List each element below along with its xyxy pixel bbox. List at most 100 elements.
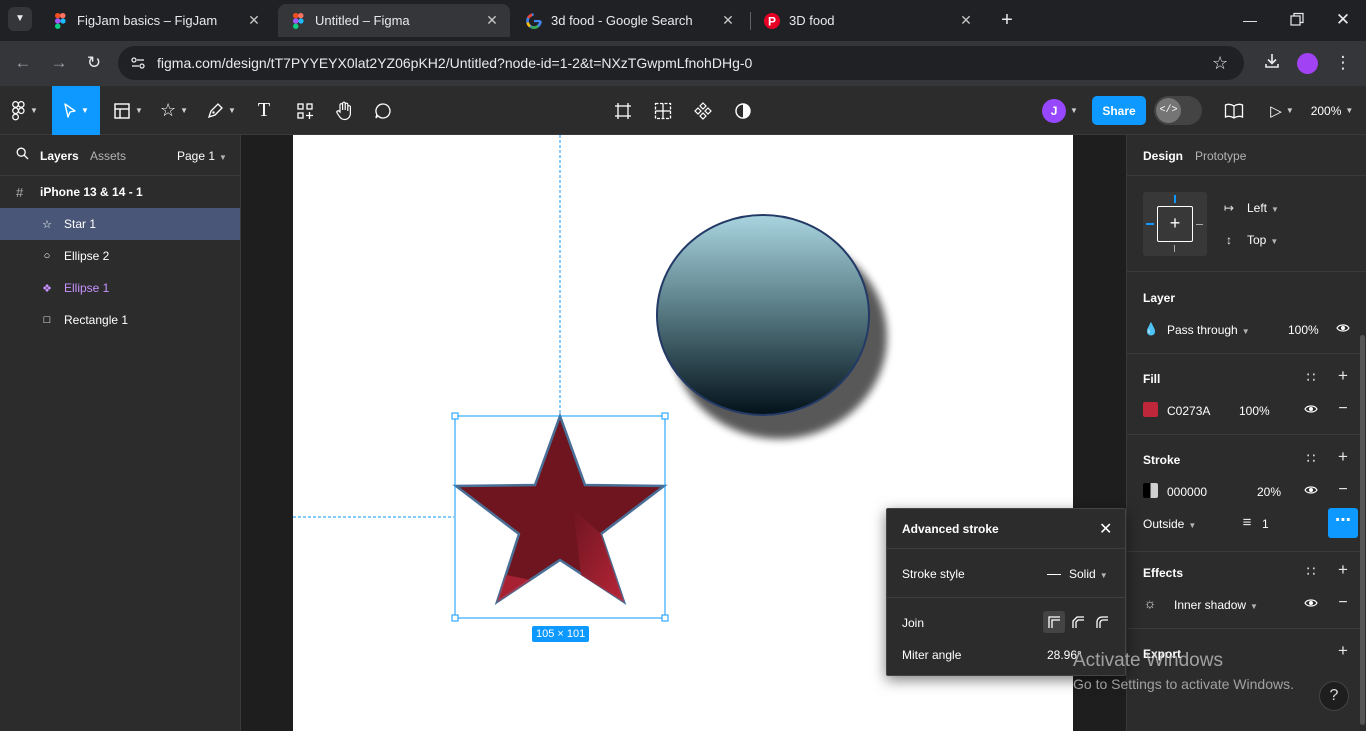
scrollbar[interactable] — [1360, 335, 1365, 725]
close-tab-icon[interactable]: ✕ — [246, 12, 262, 28]
search-icon[interactable] — [16, 147, 29, 163]
new-tab-icon[interactable]: + — [996, 9, 1018, 31]
main-menu-button[interactable]: ▼ — [6, 86, 44, 135]
resize-handle[interactable] — [451, 614, 459, 622]
resize-handle[interactable] — [451, 412, 459, 420]
browser-tab-figjam[interactable]: FigJam basics – FigJam ✕ — [40, 4, 272, 37]
layer-row-rectangle-1[interactable]: □ Rectangle 1 — [0, 304, 240, 336]
constraint-left-line[interactable] — [1146, 223, 1154, 225]
bookmark-star-icon[interactable]: ☆ — [1212, 53, 1228, 74]
add-export-icon[interactable]: + — [1335, 642, 1351, 659]
close-window-icon[interactable]: ✕ — [1333, 10, 1353, 30]
constraints-widget[interactable]: + — [1143, 192, 1207, 256]
remove-stroke-icon[interactable]: − — [1335, 482, 1351, 498]
library-book-icon[interactable] — [1222, 86, 1246, 135]
download-icon[interactable] — [1261, 52, 1283, 74]
close-tab-icon[interactable]: ✕ — [720, 12, 736, 28]
effect-type-dropdown[interactable]: Inner shadow ▼ — [1174, 598, 1258, 612]
grid-layout-icon[interactable] — [650, 86, 676, 135]
star-1[interactable] — [452, 412, 668, 606]
constraint-bottom-line[interactable] — [1174, 245, 1175, 252]
fill-opacity-input[interactable]: 100% — [1239, 404, 1270, 418]
frame-tool-button[interactable]: ▼ — [108, 86, 148, 135]
add-stroke-icon[interactable]: + — [1335, 448, 1351, 465]
browser-tab-pinterest[interactable]: P 3D food ✕ — [752, 4, 984, 37]
pen-tool-button[interactable]: ▼ — [200, 86, 242, 135]
text-tool-button[interactable]: T — [250, 86, 278, 135]
style-grid-icon[interactable]: ∷ — [1303, 450, 1319, 466]
add-effect-icon[interactable]: + — [1335, 561, 1351, 578]
frame-layer-row[interactable]: # iPhone 13 & 14 - 1 — [0, 176, 240, 208]
forward-icon[interactable]: → — [48, 52, 70, 74]
stroke-style-dropdown[interactable]: Solid ▼ — [1047, 567, 1108, 581]
shape-tool-button[interactable]: ☆ ▼ — [154, 86, 194, 135]
hand-tool-button[interactable] — [330, 86, 358, 135]
user-avatar-button[interactable]: J ▼ — [1036, 86, 1084, 135]
stroke-opacity-input[interactable]: 20% — [1257, 485, 1281, 499]
layer-row-ellipse-2[interactable]: ○ Ellipse 2 — [0, 240, 240, 272]
style-grid-icon[interactable]: ∷ — [1303, 563, 1319, 579]
crop-icon[interactable] — [610, 86, 636, 135]
tab-design[interactable]: Design — [1143, 149, 1183, 163]
blend-mode-dropdown[interactable]: Pass through ▼ — [1167, 323, 1250, 337]
style-grid-icon[interactable]: ∷ — [1303, 369, 1319, 385]
layer-row-star-1[interactable]: ☆ Star 1 — [0, 208, 240, 240]
miter-join-button[interactable] — [1043, 611, 1065, 633]
tab-assets[interactable]: Assets — [90, 149, 126, 163]
layer-row-ellipse-1[interactable]: ❖ Ellipse 1 — [0, 272, 240, 304]
tab-search-button[interactable]: ▼ — [8, 7, 32, 31]
vertical-constraint-dropdown[interactable]: Top ▼ — [1247, 233, 1278, 247]
stroke-color-swatch[interactable] — [1143, 483, 1158, 498]
share-button[interactable]: Share — [1092, 96, 1146, 125]
eye-icon[interactable] — [1303, 483, 1319, 499]
add-fill-icon[interactable]: + — [1335, 367, 1351, 384]
eye-icon[interactable] — [1335, 321, 1351, 337]
horizontal-constraint-dropdown[interactable]: Left ▼ — [1247, 201, 1279, 215]
close-tab-icon[interactable]: ✕ — [484, 12, 500, 28]
tab-layers[interactable]: Layers — [40, 149, 79, 163]
bevel-join-button[interactable] — [1067, 611, 1089, 633]
page-selector[interactable]: Page 1 ▼ — [177, 149, 227, 163]
restore-icon[interactable] — [1287, 10, 1307, 30]
address-bar[interactable]: figma.com/design/tT7PYYEYX0lat2YZ06pKH2/… — [118, 46, 1244, 80]
dev-mode-toggle[interactable]: </> — [1154, 96, 1202, 125]
resize-handle[interactable] — [661, 412, 669, 420]
contrast-icon[interactable] — [730, 86, 756, 135]
browser-menu-icon[interactable]: ⋮ — [1332, 52, 1354, 74]
resize-handle[interactable] — [661, 614, 669, 622]
stroke-hex-input[interactable]: 000000 — [1167, 485, 1207, 499]
tab-prototype[interactable]: Prototype — [1195, 149, 1246, 163]
reload-icon[interactable]: ↻ — [83, 52, 105, 74]
help-button[interactable]: ? — [1319, 681, 1349, 711]
zoom-dropdown[interactable]: 200% ▼ — [1306, 86, 1358, 135]
ellipse-1[interactable] — [656, 214, 870, 416]
component-tool-icon[interactable] — [690, 86, 716, 135]
present-button[interactable]: ▷ ▼ — [1264, 86, 1300, 135]
fill-color-swatch[interactable] — [1143, 402, 1158, 417]
remove-fill-icon[interactable]: − — [1335, 401, 1351, 417]
advanced-stroke-button[interactable]: ⋯ — [1328, 508, 1358, 538]
round-join-button[interactable] — [1091, 611, 1113, 633]
back-icon[interactable]: ← — [12, 52, 34, 74]
stroke-position-dropdown[interactable]: Outside ▼ — [1143, 517, 1196, 531]
browser-tab-figma[interactable]: Untitled – Figma ✕ — [278, 4, 510, 37]
sun-effect-icon[interactable]: ☼ — [1142, 595, 1158, 611]
profile-avatar[interactable] — [1297, 53, 1318, 74]
fill-hex-input[interactable]: C0273A — [1167, 404, 1210, 418]
layer-opacity-input[interactable]: 100% — [1288, 323, 1319, 337]
minimize-icon[interactable]: — — [1240, 10, 1260, 30]
eye-icon[interactable] — [1303, 402, 1319, 418]
miter-angle-label: Miter angle — [902, 648, 962, 662]
eye-icon[interactable] — [1303, 596, 1319, 612]
constraint-top-line[interactable] — [1174, 195, 1176, 203]
comment-tool-button[interactable] — [370, 86, 396, 135]
close-icon[interactable]: ✕ — [1099, 519, 1112, 539]
browser-tab-google[interactable]: 3d food - Google Search ✕ — [514, 4, 746, 37]
stroke-weight-input[interactable]: 1 — [1262, 517, 1269, 531]
site-info-icon[interactable] — [130, 55, 146, 76]
resources-tool-button[interactable] — [292, 86, 318, 135]
remove-effect-icon[interactable]: − — [1335, 595, 1351, 611]
constraint-right-line[interactable] — [1196, 224, 1203, 225]
move-tool-button[interactable]: ▼ — [52, 86, 100, 135]
close-tab-icon[interactable]: ✕ — [958, 12, 974, 28]
